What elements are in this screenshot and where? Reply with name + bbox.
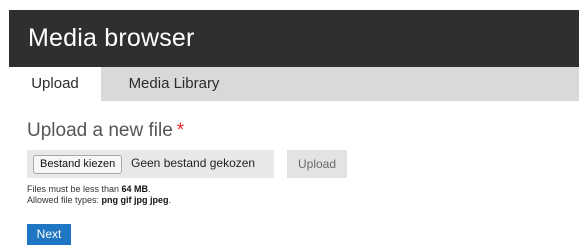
next-button[interactable]: Next	[27, 224, 71, 245]
upload-heading-text: Upload a new file	[27, 120, 173, 141]
media-browser-page: Media browser Upload Media Library Uploa…	[0, 0, 579, 245]
page-title: Media browser	[28, 24, 195, 52]
tab-bar: Upload Media Library	[9, 67, 579, 101]
choose-file-button[interactable]: Bestand kiezen	[33, 155, 123, 174]
upload-button[interactable]: Upload	[287, 150, 347, 178]
size-limit-value: 64 MB	[121, 184, 149, 194]
upload-help-text: Files must be less than 64 MB. Allowed f…	[27, 184, 171, 206]
size-limit-line: Files must be less than 64 MB.	[27, 184, 171, 195]
file-types-prefix: Allowed file types:	[27, 195, 102, 205]
page-header: Media browser	[9, 10, 579, 67]
required-marker: *	[176, 120, 185, 141]
upload-heading: Upload a new file *	[27, 120, 184, 142]
file-types-suffix: .	[168, 195, 172, 205]
size-limit-suffix: .	[148, 184, 151, 194]
file-types-line: Allowed file types: png gif jpg jpeg.	[27, 195, 171, 206]
file-status-text: Geen bestand gekozen	[131, 156, 256, 170]
tab-upload[interactable]: Upload	[9, 67, 101, 101]
file-types-value: png gif jpg jpeg	[101, 195, 169, 205]
file-input[interactable]: Bestand kiezen Geen bestand gekozen	[27, 150, 274, 178]
tab-media-library[interactable]: Media Library	[101, 67, 247, 101]
size-limit-prefix: Files must be less than	[27, 184, 122, 194]
